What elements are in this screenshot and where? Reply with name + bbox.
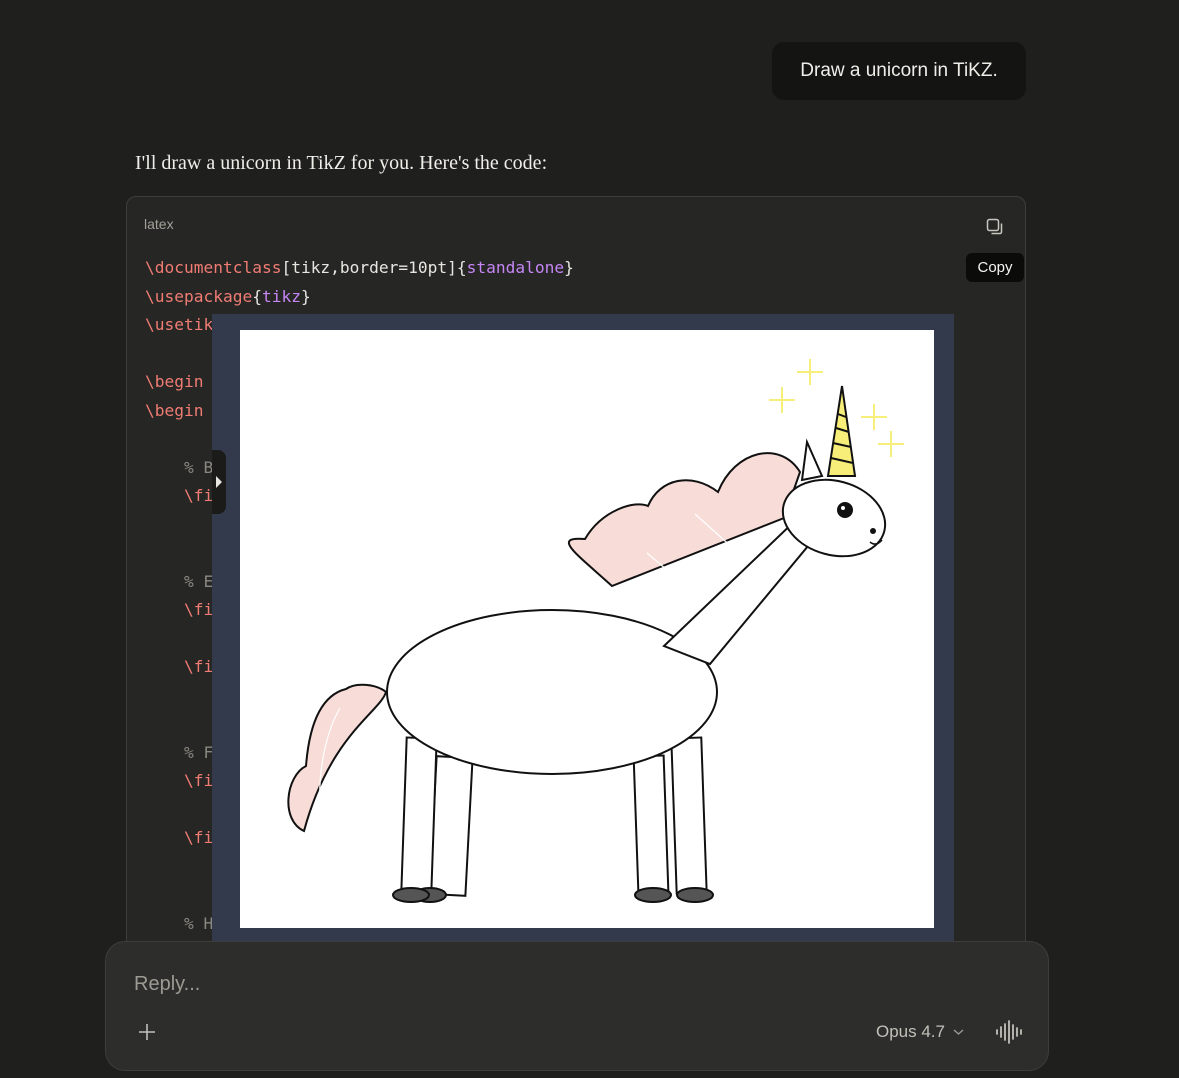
user-message-text: Draw a unicorn in TiKZ. [800, 60, 998, 81]
chevron-right-icon [216, 476, 222, 488]
user-message-bubble: Draw a unicorn in TiKZ. [772, 42, 1026, 100]
code-token: % H [183, 913, 214, 933]
code-token: standalone [466, 258, 565, 277]
code-line: \fi [145, 657, 213, 676]
unicorn-preview-overlay [212, 314, 954, 970]
code-token: \begin [145, 400, 204, 420]
copy-button[interactable] [983, 215, 1007, 239]
code-token: % B [183, 457, 214, 477]
code-line: % F [145, 743, 213, 762]
code-line: % E [145, 572, 213, 591]
code-token: \usepackage [145, 286, 253, 306]
tail [287, 683, 388, 833]
preview-panel-handle[interactable] [212, 450, 226, 514]
code-token: \fi [183, 600, 214, 619]
reply-input[interactable] [132, 966, 836, 1002]
plus-icon [139, 1024, 155, 1040]
unicorn-drawing [287, 359, 904, 903]
code-language-label: latex [144, 216, 174, 232]
model-selector[interactable]: Opus 4.7 [876, 1019, 964, 1045]
preview-canvas [240, 330, 934, 928]
code-line: % H [145, 914, 213, 933]
chevron-down-icon [953, 1029, 964, 1035]
code-line: \fi [145, 828, 213, 847]
code-line: \fi [145, 486, 213, 505]
code-line: \usetik [145, 315, 213, 334]
code-token: } [564, 258, 574, 277]
copy-icon [986, 218, 1003, 235]
code-token: tikz [261, 286, 301, 306]
code-token: \begin [145, 372, 204, 391]
code-line: \usepackage{tikz} [145, 287, 311, 306]
code-token: \fi [183, 486, 214, 505]
model-name: Opus 4.7 [876, 1022, 945, 1041]
code-token: \fi [183, 828, 214, 847]
code-token: \fi [183, 657, 214, 676]
code-line: \fi [145, 771, 213, 790]
copy-tooltip: Copy [966, 253, 1024, 282]
code-token: \fi [183, 771, 214, 790]
voice-waveform-icon [996, 1020, 1022, 1044]
code-line: \begin [145, 401, 203, 420]
code-line: % B [145, 458, 213, 477]
code-token: [tikz,border=10pt]{ [281, 258, 467, 277]
code-line: \documentclass[tikz,border=10pt]{standal… [145, 258, 574, 277]
reply-composer: Opus 4.7 [105, 941, 1049, 1071]
voice-mode-button[interactable] [994, 1018, 1024, 1046]
code-token: \documentclass [145, 258, 282, 277]
code-token: { [252, 286, 262, 306]
unicorn-body [386, 609, 718, 775]
code-line: \fi [145, 600, 213, 619]
code-token: % F [183, 742, 214, 762]
code-token: \usetik [145, 315, 214, 334]
code-line: \begin [145, 372, 203, 391]
assistant-message-text: I'll draw a unicorn in TikZ for you. Her… [135, 152, 548, 174]
add-attachment-button[interactable] [134, 1019, 160, 1045]
code-token: % E [183, 571, 214, 591]
code-token: } [300, 286, 311, 306]
